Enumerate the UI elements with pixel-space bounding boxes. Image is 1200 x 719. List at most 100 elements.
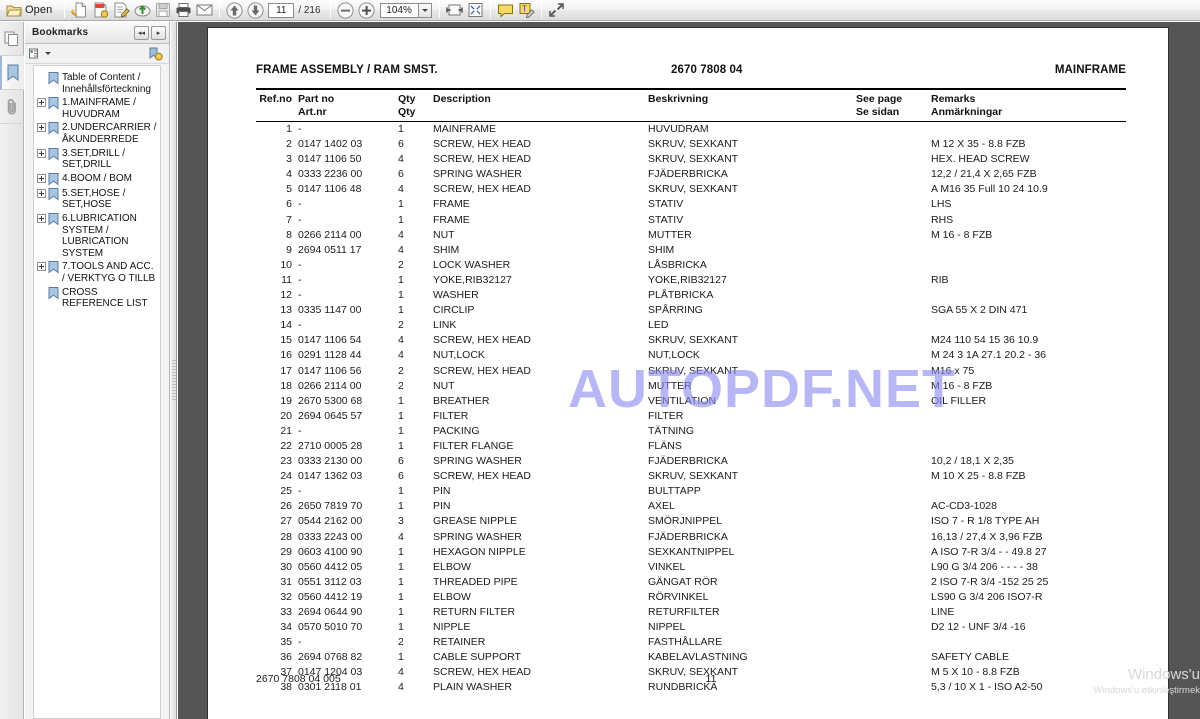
- attachments-tab[interactable]: [0, 90, 24, 124]
- bookmark-options-button[interactable]: [29, 48, 51, 60]
- bookmark-item[interactable]: 3.SET,DRILL / SET,DRILL: [36, 147, 158, 172]
- toolbar-separator-2: [219, 2, 221, 18]
- upload-cloud-button[interactable]: [132, 0, 153, 20]
- cell-part: -: [298, 213, 302, 226]
- expand-toggle-icon[interactable]: [37, 262, 46, 272]
- page-header: FRAME ASSEMBLY / RAM SMST. 2670 7808 04 …: [256, 64, 1126, 76]
- cell-qty: 1: [398, 213, 404, 226]
- table-column-headers: Ref.no Part no Art.nr Qty Qty Descriptio…: [256, 90, 1126, 121]
- fit-width-button[interactable]: [444, 0, 465, 20]
- expand-toggle-icon[interactable]: [37, 148, 46, 158]
- cell-ref: 17: [280, 364, 292, 377]
- bookmarks-toolbar: [25, 44, 169, 64]
- create-pdf-button[interactable]: [90, 0, 111, 20]
- cell-qty: 2: [398, 379, 404, 392]
- open-folder-icon: [6, 3, 22, 18]
- print-button[interactable]: [173, 0, 194, 20]
- cell-rem: RIB: [931, 273, 949, 286]
- cell-qty: 4: [398, 228, 404, 241]
- open-file-button[interactable]: Open: [2, 0, 60, 20]
- save-button[interactable]: [153, 0, 173, 20]
- table-row: 26 2650 7819 70 1 PIN AXEL AC-CD3-1028: [256, 499, 1126, 514]
- bookmark-item[interactable]: 7.TOOLS AND ACC. / VERKTYG O TILLB: [36, 260, 158, 285]
- cell-part: 0333 2243 00: [298, 530, 363, 543]
- cell-rem: D2 12 - UNF 3/4 -16: [931, 621, 1026, 634]
- cell-part: 0333 2130 00: [298, 455, 363, 468]
- document-viewport[interactable]: FRAME ASSEMBLY / RAM SMST. 2670 7808 04 …: [178, 22, 1200, 719]
- fullscreen-button[interactable]: [546, 0, 567, 20]
- bookmark-item[interactable]: 6.LUBRICATION SYSTEM / LUBRICATION SYSTE…: [36, 212, 158, 260]
- page-thumbnails-tab[interactable]: [0, 22, 24, 56]
- cell-desc: SCREW, HEX HEAD: [433, 138, 532, 151]
- page-number-input[interactable]: 11: [268, 2, 295, 18]
- table-row: 20 2694 0645 57 1 FILTER FILTER: [256, 409, 1126, 424]
- cell-part: 2694 0768 82: [298, 651, 363, 664]
- expand-toggle-icon[interactable]: [37, 188, 46, 198]
- toolbar-separator-4: [438, 2, 440, 18]
- cell-desc: HEXAGON NIPPLE: [433, 545, 526, 558]
- highlight-text-button[interactable]: T: [516, 0, 537, 20]
- panel-expand-button[interactable]: ▸: [151, 25, 166, 40]
- cell-desc: CABLE SUPPORT: [433, 651, 521, 664]
- cell-rem: ISO 7 - R 1/8 TYPE AH: [931, 515, 1040, 528]
- new-bookmark-button[interactable]: [148, 47, 163, 61]
- table-row: 6- 1 FRAME STATIV LHS: [256, 197, 1126, 212]
- cell-see: [856, 605, 931, 620]
- panel-collapse-button[interactable]: ◂◂: [134, 25, 149, 40]
- next-page-button[interactable]: [245, 0, 266, 20]
- cell-see: [856, 394, 931, 409]
- save-copy-button[interactable]: [69, 0, 90, 20]
- expand-toggle-icon[interactable]: [37, 98, 46, 108]
- cell-part: 0266 2114 00: [298, 228, 362, 241]
- cell-ref: 13: [280, 304, 292, 317]
- cell-ref: 10: [280, 258, 292, 271]
- zoom-dropdown-icon[interactable]: [417, 2, 432, 18]
- bookmark-item[interactable]: 2.UNDERCARRIER / ÅKUNDERREDE: [36, 121, 158, 146]
- cell-see: [856, 152, 931, 167]
- email-button[interactable]: [194, 0, 215, 20]
- cell-besk: SHIM: [648, 243, 675, 256]
- expand-toggle-icon[interactable]: [37, 123, 46, 133]
- cell-ref: 28: [280, 530, 292, 543]
- cell-rem: HEX. HEAD SCREW: [931, 153, 1030, 166]
- table-row: 27 0544 2162 00 3 GREASE NIPPLE SMÖRJNIPPEL I…: [256, 514, 1126, 529]
- bookmarks-tab[interactable]: [0, 56, 24, 90]
- column-header-beskrivning: Beskrivning: [648, 93, 709, 105]
- previous-page-button[interactable]: [224, 0, 245, 20]
- zoom-in-button[interactable]: [356, 0, 377, 20]
- cell-part: 0147 1106 54: [298, 334, 362, 347]
- bookmark-item[interactable]: Table of Content / Innehållsförteckning: [36, 71, 158, 96]
- expand-toggle-icon[interactable]: [37, 213, 46, 223]
- bookmark-item[interactable]: 5.SET,HOSE / SET,HOSE: [36, 187, 158, 212]
- expand-toggle-icon[interactable]: [37, 173, 46, 183]
- table-row: 7- 1 FRAME STATIV RHS: [256, 213, 1126, 228]
- cell-besk: SKRUV, SEXKANT: [648, 364, 739, 377]
- cell-see: [856, 303, 931, 318]
- cell-besk: SKRUV, SEXKANT: [648, 138, 739, 151]
- parts-table: Ref.no Part no Art.nr Qty Qty Descriptio…: [256, 88, 1126, 696]
- bookmarks-tree[interactable]: Table of Content / Innehållsförteckning 1…: [33, 65, 161, 719]
- cell-besk: BULTTAPP: [648, 485, 701, 498]
- cell-besk: TÄTNING: [648, 424, 695, 437]
- zoom-level-input[interactable]: 104%: [379, 2, 418, 18]
- fit-page-button[interactable]: [465, 0, 486, 20]
- bookmark-item[interactable]: CROSS REFERENCE LIST: [36, 286, 158, 311]
- cell-rem: LINE: [931, 606, 955, 618]
- table-row: 28 0333 2243 00 4 SPRING WASHER FJÄDERBRICKA…: [256, 530, 1126, 545]
- cell-rem: [931, 484, 1126, 499]
- cell-ref: 27: [280, 515, 292, 528]
- bookmark-item[interactable]: 1.MAINFRAME / HUVUDRAM: [36, 96, 158, 121]
- cell-desc: PACKING: [433, 424, 480, 437]
- cell-desc: LOCK WASHER: [433, 258, 511, 271]
- splitter-grip[interactable]: [172, 360, 176, 402]
- cell-qty: 1: [398, 590, 404, 603]
- panel-splitter[interactable]: [171, 22, 177, 719]
- edit-pdf-button[interactable]: [111, 0, 132, 20]
- table-row: 36 2694 0768 82 1 CABLE SUPPORT KABELAVLASTN…: [256, 650, 1126, 665]
- table-row: 13 0335 1147 00 1 CIRCLIP SPÅRRING SGA 55 X 2…: [256, 303, 1126, 318]
- table-row: 10- 2 LOCK WASHER LÅSBRICKA: [256, 258, 1126, 273]
- cell-see: [856, 288, 931, 303]
- bookmark-item[interactable]: 4.BOOM / BOM: [36, 172, 158, 187]
- zoom-out-button[interactable]: [335, 0, 356, 20]
- comment-button[interactable]: [495, 0, 516, 20]
